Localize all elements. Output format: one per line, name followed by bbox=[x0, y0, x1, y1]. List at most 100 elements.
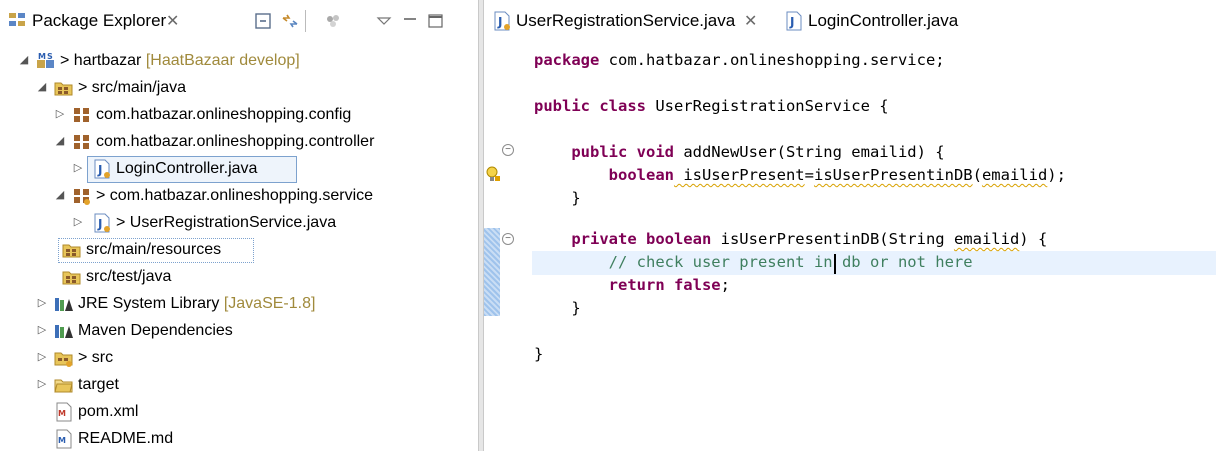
svg-text:J: J bbox=[97, 163, 102, 177]
code-text: ); bbox=[1047, 166, 1066, 184]
tree-item-package-service[interactable]: ◢ > com.hatbazar.onlineshopping.service bbox=[0, 183, 478, 210]
code-warning: emailid bbox=[981, 166, 1048, 184]
code-line[interactable]: } bbox=[534, 345, 543, 369]
tree-item-src-test-java[interactable]: src/test/java bbox=[0, 264, 478, 291]
code-keyword: package bbox=[534, 51, 600, 69]
close-icon[interactable]: ✕ bbox=[166, 11, 179, 31]
svg-text:J: J bbox=[789, 15, 794, 29]
close-icon[interactable]: ✕ bbox=[744, 11, 757, 31]
package-explorer-header: Package Explorer ✕ bbox=[0, 0, 478, 40]
package-explorer-view-icon bbox=[8, 12, 26, 28]
text-cursor bbox=[834, 254, 836, 274]
tree-item-src-main-java[interactable]: ◢ > src/main/java bbox=[0, 75, 478, 102]
tree-item-login-controller[interactable]: ▷ J LoginController.java bbox=[0, 156, 478, 183]
svg-text:J: J bbox=[97, 217, 102, 231]
collapsed-twisty-icon[interactable]: ▷ bbox=[72, 162, 84, 174]
code-line[interactable]: } bbox=[534, 299, 580, 323]
tree-item-target[interactable]: ▷ target bbox=[0, 372, 478, 399]
code-line[interactable]: return false; bbox=[534, 276, 730, 300]
code-line[interactable]: boolean isUserPresent=isUserPresentinDB(… bbox=[534, 166, 1066, 190]
code-warning: emailid bbox=[953, 230, 1020, 248]
focus-icon[interactable] bbox=[321, 9, 345, 33]
expanded-twisty-icon[interactable]: ◢ bbox=[18, 54, 30, 66]
source-folder-icon bbox=[54, 78, 74, 98]
tree-item-user-registration-service[interactable]: ▷ J > UserRegistrationService.java bbox=[0, 210, 478, 237]
java-file-icon: J bbox=[92, 213, 112, 233]
tree-item-pom-xml[interactable]: M pom.xml bbox=[0, 399, 478, 426]
code-text: UserRegistrationService { bbox=[645, 97, 889, 115]
code-text: addNewUser(String emailid) { bbox=[673, 143, 945, 161]
tree-item-label: > src bbox=[78, 349, 114, 366]
expanded-twisty-icon[interactable]: ◢ bbox=[54, 189, 66, 201]
tab-label: UserRegistrationService.java bbox=[516, 11, 736, 30]
collapse-method-icon[interactable]: − bbox=[502, 233, 514, 245]
code-text: ( bbox=[972, 166, 982, 184]
java-file-icon: J bbox=[492, 11, 512, 31]
code-keyword: return false bbox=[534, 276, 721, 294]
project-tree: ◢ MS > hartbazar [HaatBazaar develop] ◢ … bbox=[0, 48, 478, 451]
package-explorer-title[interactable]: Package Explorer bbox=[32, 11, 166, 31]
view-menu-icon[interactable] bbox=[372, 9, 396, 33]
code-line[interactable]: public void addNewUser(String emailid) { bbox=[534, 143, 945, 167]
tree-item-package-config[interactable]: ▷ com.hatbazar.onlineshopping.config bbox=[0, 102, 478, 129]
source-folder-icon bbox=[62, 267, 82, 287]
code-line[interactable]: } bbox=[534, 189, 580, 213]
maximize-icon[interactable] bbox=[424, 9, 448, 33]
tree-item-src-main-resources[interactable]: src/main/resources bbox=[0, 237, 478, 264]
collapsed-twisty-icon[interactable]: ▷ bbox=[36, 378, 48, 390]
tree-item-label: > UserRegistrationService.java bbox=[116, 214, 337, 231]
expanded-twisty-icon[interactable]: ◢ bbox=[54, 135, 66, 147]
tab-login-controller[interactable]: J LoginController.java bbox=[780, 0, 980, 40]
tree-item-label: src/test/java bbox=[86, 268, 172, 285]
java-file-icon: J bbox=[784, 11, 804, 31]
minimize-icon[interactable] bbox=[398, 9, 422, 33]
collapsed-twisty-icon[interactable]: ▷ bbox=[36, 324, 48, 336]
code-comment[interactable]: // check user present in db or not here bbox=[534, 253, 973, 277]
code-line[interactable]: public class UserRegistrationService { bbox=[534, 97, 889, 121]
collapsed-twisty-icon[interactable]: ▷ bbox=[36, 297, 48, 309]
library-icon bbox=[54, 294, 74, 314]
code-keyword: private boolean bbox=[534, 230, 712, 248]
tree-item-label: JRE System Library bbox=[78, 295, 220, 312]
tree-item-hartbazar[interactable]: ◢ MS > hartbazar [HaatBazaar develop] bbox=[0, 48, 478, 75]
toolbar-divider bbox=[305, 10, 306, 32]
expanded-twisty-icon[interactable]: ◢ bbox=[36, 81, 48, 93]
collapsed-twisty-icon[interactable]: ▷ bbox=[72, 216, 84, 228]
tab-user-registration-service[interactable]: J UserRegistrationService.java ✕ bbox=[484, 0, 772, 40]
code-text: com.hatbazar.onlineshopping.service; bbox=[599, 51, 945, 69]
tree-item-label: com.hatbazar.onlineshopping.controller bbox=[96, 133, 375, 150]
tree-item-jre-library[interactable]: ▷ JRE System Library [JavaSE-1.8] bbox=[0, 291, 478, 318]
svg-text:M: M bbox=[58, 436, 66, 445]
tree-item-src[interactable]: ▷ > src bbox=[0, 345, 478, 372]
tree-item-label: target bbox=[78, 376, 119, 393]
tree-item-label: pom.xml bbox=[78, 403, 139, 420]
package-icon bbox=[72, 186, 92, 206]
code-keyword: boolean bbox=[534, 166, 674, 184]
package-icon bbox=[72, 105, 92, 125]
tree-item-label: src/main/resources bbox=[86, 241, 222, 258]
package-explorer-view: Package Explorer ✕ ◢ MS > hartbazar [Haa… bbox=[0, 0, 478, 451]
code-text: isUserPresentinDB(String bbox=[711, 230, 954, 248]
link-with-editor-icon[interactable] bbox=[278, 9, 302, 33]
java-file-icon: J bbox=[92, 159, 112, 179]
tree-item-maven-dependencies[interactable]: ▷ Maven Dependencies bbox=[0, 318, 478, 345]
warning-lightbulb-icon[interactable] bbox=[485, 165, 501, 183]
tree-item-label: LoginController.java bbox=[116, 160, 258, 177]
tree-item-readme[interactable]: M README.md bbox=[0, 426, 478, 451]
collapse-method-icon[interactable]: − bbox=[502, 144, 514, 156]
tree-item-label: Maven Dependencies bbox=[78, 322, 233, 339]
svg-text:M: M bbox=[38, 52, 46, 61]
code-warning: isUserPresentinDB bbox=[813, 166, 973, 184]
folder-icon bbox=[54, 375, 74, 395]
collapse-all-icon[interactable] bbox=[252, 9, 276, 33]
tree-item-package-controller[interactable]: ◢ com.hatbazar.onlineshopping.controller bbox=[0, 129, 478, 156]
library-icon bbox=[54, 321, 74, 341]
collapsed-twisty-icon[interactable]: ▷ bbox=[36, 351, 48, 363]
folder-icon bbox=[54, 348, 74, 368]
code-line[interactable]: package com.hatbazar.onlineshopping.serv… bbox=[534, 51, 945, 75]
code-text: ) { bbox=[1019, 230, 1048, 248]
maven-project-icon: MS bbox=[36, 51, 56, 71]
collapsed-twisty-icon[interactable]: ▷ bbox=[54, 108, 66, 120]
source-folder-icon bbox=[62, 240, 82, 260]
code-line[interactable]: private boolean isUserPresentinDB(String… bbox=[534, 230, 1047, 254]
